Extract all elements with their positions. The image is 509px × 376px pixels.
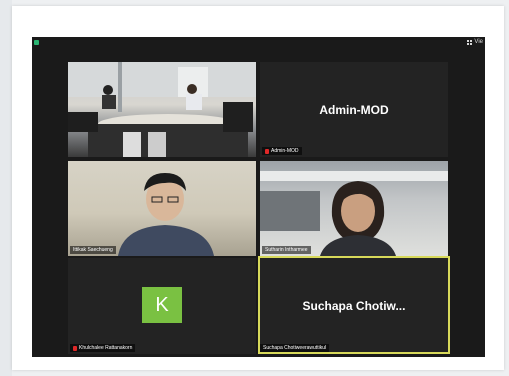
participant-tile-room[interactable] bbox=[68, 62, 256, 157]
view-button[interactable]: Vie bbox=[467, 39, 483, 45]
view-button-label: Vie bbox=[474, 39, 483, 45]
participant-name-label: Ittikak Saechueng bbox=[70, 246, 116, 254]
participant-name: Admin-MOD bbox=[271, 148, 299, 154]
participant-video bbox=[118, 173, 214, 256]
participant-name-label: Khulchalee Rattanakorn bbox=[70, 344, 136, 352]
participant-name-label: Admin-MOD bbox=[262, 147, 302, 155]
participant-name-label: Suchapa Chotiweerawuttikul bbox=[260, 344, 330, 352]
participant-tile-ittikak[interactable]: Ittikak Saechueng bbox=[68, 161, 256, 256]
participant-name: Suchapa Chotiweerawuttikul bbox=[263, 345, 327, 351]
participant-display-name: Suchapa Chotiw... bbox=[302, 299, 406, 313]
security-icon bbox=[34, 40, 39, 45]
meeting-window: Vie Admin-MOD Admin-MOD Ittikak Saechuen… bbox=[32, 37, 485, 357]
participant-name: Ittikak Saechueng bbox=[73, 247, 113, 253]
gallery-view-icon bbox=[467, 39, 473, 45]
participant-name: Sutharin Intharmee bbox=[265, 247, 308, 253]
room-video bbox=[68, 62, 256, 157]
mic-muted-icon bbox=[265, 148, 269, 154]
participant-video bbox=[260, 171, 448, 256]
participant-tile-khulchalee[interactable]: K Khulchalee Rattanakorn bbox=[68, 258, 256, 354]
avatar: K bbox=[142, 287, 182, 323]
participant-name-label: Sutharin Intharmee bbox=[262, 246, 311, 254]
participant-tile-suchapa[interactable]: Suchapa Chotiw... Suchapa Chotiweerawutt… bbox=[258, 256, 450, 354]
mic-muted-icon bbox=[73, 345, 77, 351]
participant-tile-sutharin[interactable]: Sutharin Intharmee bbox=[260, 161, 448, 256]
participant-tile-admin-mod[interactable]: Admin-MOD Admin-MOD bbox=[260, 62, 448, 157]
participant-display-name: Admin-MOD bbox=[319, 103, 389, 117]
participant-name: Khulchalee Rattanakorn bbox=[79, 345, 133, 351]
background-strip bbox=[0, 0, 12, 376]
